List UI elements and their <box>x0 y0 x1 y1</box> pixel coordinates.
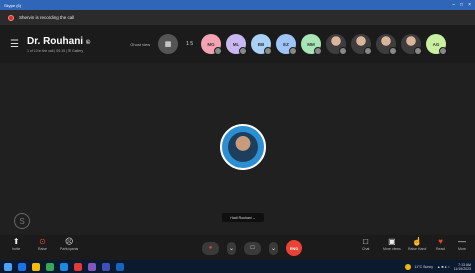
tray-icons[interactable]: ▲ ■ ● ○ <box>437 265 450 269</box>
call-subtitle: 1 of 10 in the call | 00:15 | ☰ Gallery <box>26 48 84 53</box>
taskbar-app-icon[interactable] <box>102 262 110 271</box>
taskbar-app-icon[interactable] <box>60 262 68 271</box>
weather-icon <box>404 263 411 270</box>
call-title[interactable]: Dr. Rouhani © <box>27 36 90 47</box>
window-title: Skype (6) <box>4 2 22 8</box>
participant-avatars: MG ML BB EZ MM AG <box>201 34 448 55</box>
react-label: React <box>436 247 446 251</box>
avatar-initials: EZ <box>283 41 289 47</box>
people-icon: ☹ <box>64 237 74 246</box>
maximize-icon[interactable]: □ <box>460 2 463 8</box>
share-icon: ⬆ <box>12 237 20 246</box>
invite-label: Invite <box>12 247 21 251</box>
participant-avatar-photo[interactable] <box>326 34 348 55</box>
participant-avatar[interactable]: AG <box>426 34 448 55</box>
participants-button[interactable]: ☹ Participants <box>60 237 78 251</box>
participant-avatar[interactable]: ML <box>226 34 248 55</box>
chat-label: Chat <box>362 247 370 251</box>
participant-avatar[interactable]: MG <box>201 34 223 55</box>
camera-icon: □ <box>250 245 255 251</box>
recording-icon <box>8 14 14 21</box>
skype-window: Skype (6) – □ × Shervin is recording the… <box>0 0 475 273</box>
clock-date: 11/19/2023 <box>453 266 471 271</box>
react-icon: ⊙ <box>39 237 46 246</box>
ghost-view-label: Ghost view <box>130 41 151 47</box>
avatar-initials: ML <box>232 41 240 47</box>
avatar-initials: AG <box>432 41 440 47</box>
start-icon[interactable] <box>4 262 12 271</box>
mic-menu-button[interactable]: ⌄ <box>227 241 236 255</box>
taskbar-app-icon[interactable] <box>88 262 96 271</box>
chevron-down-icon: ⌄ <box>252 215 256 220</box>
speaker-name: Hadi Rouhani <box>230 215 252 220</box>
end-call-icon: END <box>289 245 299 251</box>
more-views-label: More views <box>383 247 401 251</box>
grid-icon: ▦ <box>164 41 172 48</box>
window-controls: – □ × <box>452 2 471 8</box>
close-icon[interactable]: × <box>468 2 471 8</box>
participant-avatar[interactable]: MM <box>301 34 323 55</box>
more-view-icon: ▣ <box>388 237 396 246</box>
raise-button[interactable]: ⊙ Raise <box>38 237 47 251</box>
gallery-button[interactable]: ▦ <box>158 34 179 54</box>
camera-menu-button[interactable]: ⌄ <box>269 241 278 255</box>
skype-logo: S <box>14 213 30 229</box>
taskbar-app-icon[interactable] <box>116 262 124 271</box>
end-call-button[interactable]: END <box>286 240 302 256</box>
avatar-initials: MM <box>307 41 315 47</box>
more-icon: — <box>458 237 466 246</box>
call-title-suffix: © <box>85 39 91 46</box>
windows-taskbar: 11°C Sunny ▲ ■ ● ○ 7:13 AM 11/19/2023 <box>0 260 475 273</box>
title-bar: Skype (6) – □ × <box>0 0 475 10</box>
brand-letter: S <box>19 216 25 226</box>
taskbar-app-icon[interactable] <box>32 262 40 271</box>
call-title-text: Dr. Rouhani <box>26 35 84 47</box>
participant-count: 1 5 <box>186 41 194 47</box>
taskbar-app-icon[interactable] <box>74 262 82 271</box>
more-views-button[interactable]: ▣ More views <box>383 237 401 251</box>
participant-avatar[interactable]: EZ <box>276 34 298 55</box>
participant-avatar-photo[interactable] <box>401 34 423 55</box>
system-tray: 11°C Sunny ▲ ■ ● ○ 7:13 AM 11/19/2023 <box>404 263 471 271</box>
raise-hand-label: Raise Hand <box>408 247 427 251</box>
invite-button[interactable]: ⬆ Invite <box>12 237 20 251</box>
call-controls: ⬆ Invite ⊙ Raise ☹ Participants ● ⌄ □ ⌄ … <box>0 235 475 260</box>
participants-label: Participants <box>60 247 79 251</box>
more-label: More <box>458 247 466 251</box>
recording-text: Shervin is recording the call <box>19 15 75 20</box>
taskbar-app-icon[interactable] <box>46 262 54 271</box>
react-button[interactable]: ♥ React <box>436 237 445 251</box>
chevron-down-icon: ⌄ <box>228 245 235 252</box>
taskbar-app-icon[interactable] <box>18 262 26 271</box>
more-button[interactable]: — More <box>458 237 466 251</box>
media-controls: ● ⌄ □ ⌄ END <box>202 240 302 256</box>
participant-avatar-photo[interactable] <box>351 34 373 55</box>
chevron-down-icon: ⌄ <box>270 245 277 252</box>
call-header: ☰ Dr. Rouhani © 1 of 10 in the call | 00… <box>0 25 475 63</box>
raise-hand-icon: ☝ <box>412 237 423 246</box>
raise-label: Raise <box>38 247 47 251</box>
participant-avatar-photo[interactable] <box>376 34 398 55</box>
call-title-block: Dr. Rouhani © 1 of 10 in the call | 00:1… <box>27 36 90 53</box>
speaker-photo <box>228 132 258 162</box>
chat-icon: □ <box>363 237 369 246</box>
weather-text[interactable]: 11°C Sunny <box>415 265 433 269</box>
raise-hand-button[interactable]: ☝ Raise Hand <box>408 237 426 251</box>
mic-icon: ● <box>208 245 213 251</box>
avatar-initials: MG <box>207 41 215 47</box>
mic-button[interactable]: ● <box>202 241 219 255</box>
clock[interactable]: 7:13 AM 11/19/2023 <box>454 263 471 271</box>
speaker-avatar[interactable] <box>220 124 266 170</box>
participant-avatar[interactable]: BB <box>251 34 273 55</box>
heart-icon: ♥ <box>438 237 443 246</box>
chat-button[interactable]: □ Chat <box>362 237 369 251</box>
menu-icon[interactable]: ☰ <box>10 39 19 50</box>
minimize-icon[interactable]: – <box>452 2 455 8</box>
avatar-initials: BB <box>257 41 265 47</box>
speaker-name-tag[interactable]: Hadi Rouhani ⌄ <box>222 213 264 222</box>
recording-banner: Shervin is recording the call <box>0 10 475 25</box>
camera-button[interactable]: □ <box>244 241 261 255</box>
